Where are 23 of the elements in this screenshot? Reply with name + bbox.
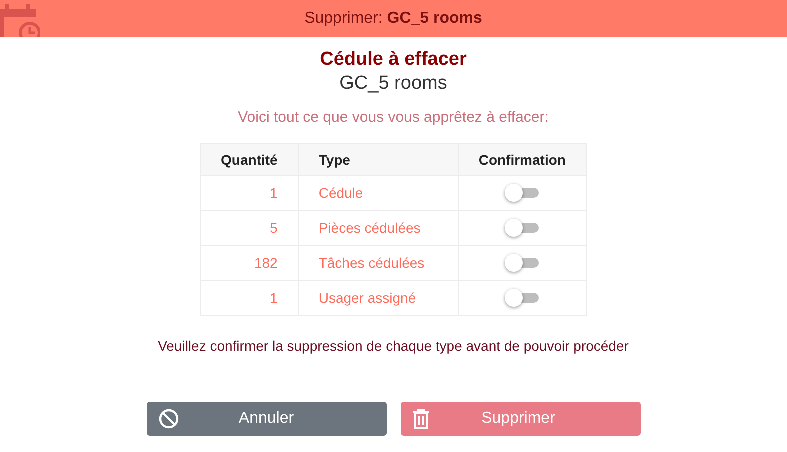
subtitle: GC_5 rooms xyxy=(340,73,448,95)
toggle-switch[interactable] xyxy=(505,218,540,238)
heading: Cédule à effacer xyxy=(320,49,467,71)
type-cell: Pièces cédulées xyxy=(298,210,458,246)
type-cell: Cédule xyxy=(298,176,458,210)
intro-text: Voici tout ce que vous vous apprêtez à effacer: xyxy=(238,109,549,126)
cancel-icon xyxy=(158,409,178,429)
quantity-cell: 1 xyxy=(200,176,298,210)
quantity-cell: 5 xyxy=(200,210,298,246)
dialog-title: Supprimer: GC_5 rooms xyxy=(304,10,482,28)
toggle-switch[interactable] xyxy=(505,183,540,203)
column-header: Confirmation xyxy=(458,144,586,176)
notice-text: Veuillez confirmer la suppression de chaque type avant de pouvoir procéder xyxy=(158,338,629,354)
trash-icon xyxy=(412,409,428,429)
quantity-cell: 1 xyxy=(200,280,298,316)
type-cell: Tâches cédulées xyxy=(298,246,458,280)
quantity-cell: 182 xyxy=(200,246,298,280)
toggle-switch[interactable] xyxy=(505,253,540,273)
type-cell: Usager assigné xyxy=(298,280,458,316)
toggle-switch[interactable] xyxy=(505,288,540,308)
column-header: Quantité xyxy=(200,144,298,176)
column-header: Type xyxy=(298,144,458,176)
cancel-button[interactable]: Annuler xyxy=(146,402,386,436)
